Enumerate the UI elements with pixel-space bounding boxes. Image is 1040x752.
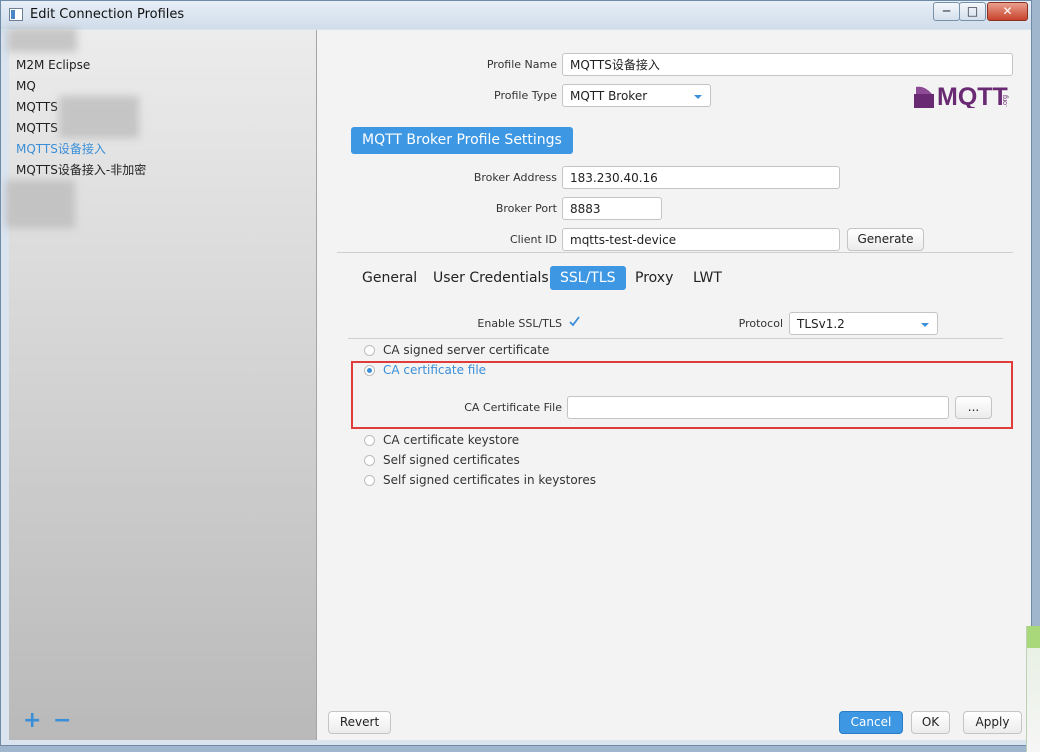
tab-proxy[interactable]: Proxy [625, 266, 683, 290]
protocol-label: Protocol [738, 317, 783, 330]
profile-type-select[interactable]: MQTT Broker [562, 84, 711, 107]
profile-name-label: Profile Name [486, 58, 557, 71]
logo-signal-icon [914, 94, 934, 108]
profile-item-mqtts-device-access[interactable]: MQTTS设备接入 [16, 139, 146, 160]
profile-settings-panel: Profile Name Profile Type MQTT Broker MQ… [317, 30, 1031, 740]
tab-lwt[interactable]: LWT [683, 266, 732, 290]
broker-port-field[interactable] [562, 197, 662, 220]
enable-ssl-label: Enable SSL/TLS [477, 317, 562, 330]
logo-arc-icon [916, 86, 932, 94]
radio-label: CA certificate keystore [383, 433, 520, 447]
tab-general[interactable]: General [352, 266, 427, 290]
enable-ssl-checkbox[interactable] [568, 315, 581, 328]
broker-address-field[interactable] [562, 166, 840, 189]
profile-name-field[interactable] [562, 53, 1013, 76]
edit-connection-profiles-window: Edit Connection Profiles ─ □ ✕ M2M Eclip… [0, 0, 1032, 746]
ca-certificate-file-field[interactable] [567, 396, 949, 419]
apply-button[interactable]: Apply [963, 711, 1022, 734]
logo-subtext: .org [1002, 95, 1009, 107]
add-profile-button[interactable]: + [23, 710, 41, 732]
profile-item-mq[interactable]: MQ [16, 76, 146, 97]
blurred-region [7, 28, 77, 52]
chevron-down-icon [921, 323, 929, 327]
title-bar[interactable]: Edit Connection Profiles ─ □ ✕ [1, 1, 1031, 29]
tab-ssl-tls[interactable]: SSL/TLS [550, 266, 626, 290]
logo-text: MQTT [937, 83, 1008, 108]
broker-address-label: Broker Address [473, 171, 557, 184]
protocol-select[interactable]: TLSv1.2 [789, 312, 938, 335]
profile-type-label: Profile Type [494, 89, 557, 102]
close-button[interactable]: ✕ [987, 2, 1028, 21]
chevron-down-icon [694, 95, 702, 99]
client-id-label: Client ID [509, 233, 557, 246]
ok-button[interactable]: OK [911, 711, 950, 734]
protocol-value: TLSv1.2 [797, 317, 845, 331]
radio-button[interactable] [364, 435, 375, 446]
radio-button[interactable] [364, 475, 375, 486]
background-window-edge [1026, 626, 1040, 752]
revert-button[interactable]: Revert [328, 711, 391, 734]
profile-item-m2m-eclipse[interactable]: M2M Eclipse [16, 55, 146, 76]
browse-button[interactable]: ... [955, 396, 992, 419]
maximize-button[interactable]: □ [959, 2, 986, 21]
ca-certificate-file-label: CA Certificate File [464, 401, 562, 414]
radio-label: Self signed certificates [383, 453, 520, 467]
client-id-field[interactable] [562, 228, 840, 251]
remove-profile-button[interactable]: − [53, 710, 71, 732]
blurred-region [59, 96, 139, 138]
window-title: Edit Connection Profiles [30, 7, 185, 22]
divider [337, 252, 1013, 253]
radio-label: CA signed server certificate [383, 343, 550, 357]
radio-button[interactable] [364, 345, 375, 356]
blurred-region [5, 180, 75, 228]
radio-button[interactable] [364, 455, 375, 466]
generate-client-id-button[interactable]: Generate [847, 228, 924, 251]
broker-profile-settings-header: MQTT Broker Profile Settings [351, 127, 573, 154]
profile-item-mqtts-device-access-unencrypted[interactable]: MQTTS设备接入-非加密 [16, 160, 146, 181]
tab-user-credentials[interactable]: User Credentials [423, 266, 559, 290]
broker-port-label: Broker Port [495, 202, 557, 215]
cancel-button[interactable]: Cancel [839, 711, 903, 734]
app-icon [9, 8, 23, 21]
radio-label: Self signed certificates in keystores [383, 473, 596, 487]
mqtt-logo: MQTT .org [914, 83, 1009, 108]
minimize-button[interactable]: ─ [933, 2, 960, 21]
divider [348, 338, 1003, 339]
check-icon [569, 316, 580, 327]
profile-sidebar: M2M Eclipse MQ MQTTS MQTTS MQTTS设备接入 MQT… [5, 28, 317, 740]
profile-type-value: MQTT Broker [570, 89, 648, 103]
